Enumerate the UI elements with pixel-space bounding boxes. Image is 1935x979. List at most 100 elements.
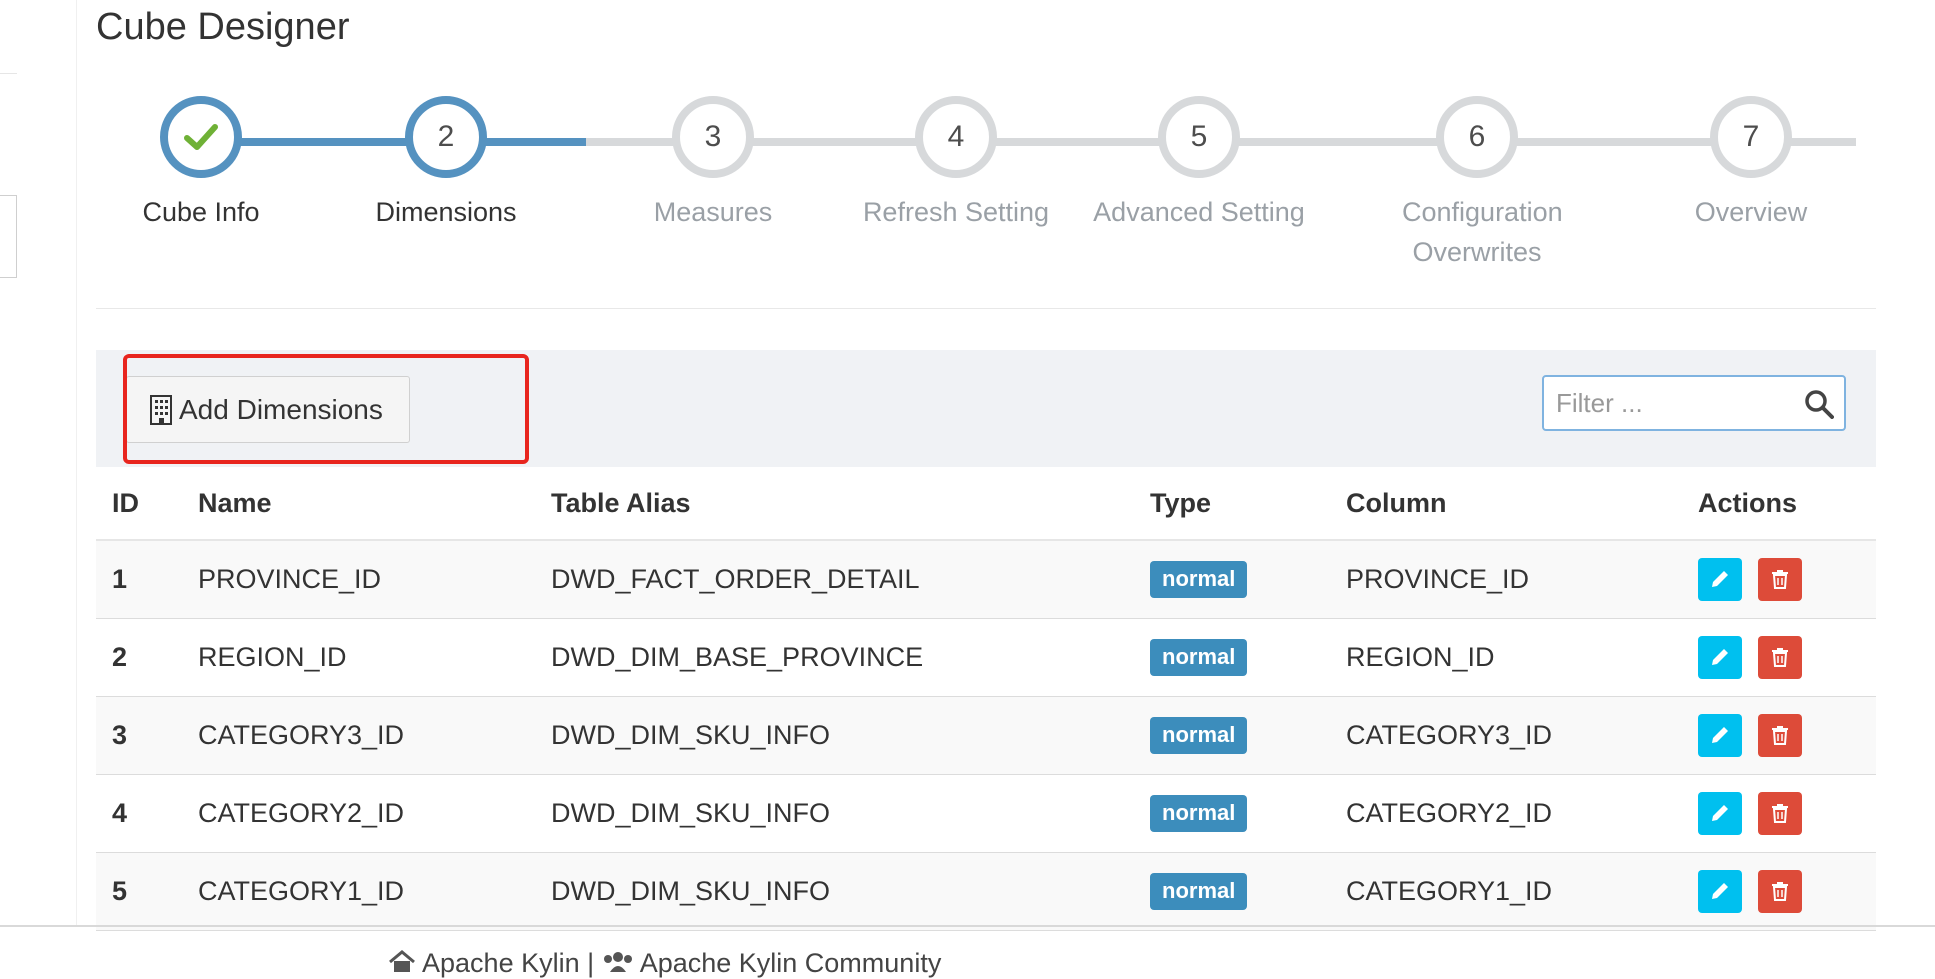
cell-type: normal [1134,852,1330,931]
cell-actions [1682,696,1876,775]
check-icon [184,124,218,150]
edit-button[interactable] [1698,791,1742,835]
type-badge: normal [1150,794,1248,832]
delete-button[interactable] [1757,713,1802,757]
step-label: Dimensions [375,197,517,227]
cell-table-alias: DWD_DIM_BASE_PROVINCE [535,618,1134,697]
cell-id: 5 [96,852,182,931]
wizard-step-advanced-setting[interactable]: 5 Advanced Setting [1079,96,1319,232]
step-circle: 7 [1710,96,1792,178]
type-badge: normal [1150,560,1248,598]
cell-name: CATEGORY1_ID [182,852,535,931]
cell-column: PROVINCE_ID [1330,540,1682,619]
edit-button[interactable] [1698,869,1742,913]
wizard-step-overview[interactable]: 7 Overview [1631,96,1871,232]
edit-button[interactable] [1698,713,1742,757]
header-type[interactable]: Type [1134,467,1330,541]
cell-table-alias: DWD_DIM_SKU_INFO [535,696,1134,775]
trash-icon [1771,726,1788,745]
cell-actions [1682,852,1876,931]
table-row: 2 REGION_ID DWD_DIM_BASE_PROVINCE normal… [96,618,1876,697]
cell-name: REGION_ID [182,618,535,697]
cell-type: normal [1134,618,1330,697]
step-circle: 4 [915,96,997,178]
type-badge: normal [1150,638,1248,676]
footer-link-community[interactable]: Apache Kylin Community [640,948,942,978]
users-icon [603,952,632,972]
header-table-alias[interactable]: Table Alias [535,467,1134,541]
cell-column: REGION_ID [1330,618,1682,697]
pencil-icon [1712,571,1728,588]
delete-button[interactable] [1757,635,1802,679]
cell-column: CATEGORY2_ID [1330,774,1682,853]
table-header-row: ID Name Table Alias Type Column Actions [96,467,1876,541]
trash-icon [1771,804,1788,823]
cell-name: PROVINCE_ID [182,540,535,619]
cell-id: 3 [96,696,182,775]
cell-type: normal [1134,696,1330,775]
cell-id: 2 [96,618,182,697]
table-row: 5 CATEGORY1_ID DWD_DIM_SKU_INFO normal C… [96,852,1876,931]
wizard-step-dimensions[interactable]: 2 Dimensions [326,96,566,232]
cell-table-alias: DWD_DIM_SKU_INFO [535,774,1134,853]
page-title: Cube Designer [96,6,350,48]
step-circle: 6 [1436,96,1518,178]
wizard-steps: Cube Info 2 Dimensions 3 Measures 4 Refr… [96,96,1876,276]
footer-link-kylin[interactable]: Apache Kylin [422,948,580,978]
cell-actions [1682,618,1876,697]
filter-field[interactable] [1542,375,1846,431]
trash-icon [1771,570,1788,590]
table-row: 3 CATEGORY3_ID DWD_DIM_SKU_INFO normal C… [96,696,1876,775]
dimensions-table: ID Name Table Alias Type Column Actions … [96,467,1876,931]
step-circle: 3 [672,96,754,178]
pencil-icon [1712,805,1728,821]
filter-input[interactable] [1544,377,1774,429]
footer-separator: | [587,948,595,978]
type-badge: normal [1150,872,1248,910]
type-badge: normal [1150,716,1248,754]
step-label: Measures [653,197,773,227]
wizard-step-configuration-overwrites[interactable]: 6 Configuration Overwrites [1357,96,1597,272]
edit-button[interactable] [1698,635,1742,679]
step-label: Cube Info [142,197,260,227]
section-divider [96,308,1876,309]
step-circle: 5 [1158,96,1240,178]
sidebar-collapsed-box[interactable] [0,195,17,278]
trash-icon [1771,648,1788,667]
delete-button[interactable] [1757,557,1802,601]
cell-type: normal [1134,540,1330,619]
table-row: 4 CATEGORY2_ID DWD_DIM_SKU_INFO normal C… [96,774,1876,853]
sidebar-divider [0,73,17,74]
pencil-icon [1712,649,1728,665]
pencil-icon [1712,883,1728,899]
home-icon [389,950,415,972]
cell-column: CATEGORY3_ID [1330,696,1682,775]
wizard-step-cube-info[interactable]: Cube Info [81,96,321,232]
edit-button[interactable] [1698,557,1742,601]
search-icon[interactable] [1804,389,1834,419]
header-actions: Actions [1682,467,1876,541]
cell-id: 4 [96,774,182,853]
step-circle: 2 [405,96,487,178]
step-label: Configuration Overwrites [1402,197,1563,267]
header-column[interactable]: Column [1330,467,1682,541]
header-name[interactable]: Name [182,467,535,541]
pencil-icon [1712,727,1728,743]
cell-name: CATEGORY3_ID [182,696,535,775]
header-id[interactable]: ID [96,467,182,541]
delete-button[interactable] [1757,791,1802,835]
footer: Apache Kylin | Apache Kylin Community [388,948,941,979]
cell-column: CATEGORY1_ID [1330,852,1682,931]
wizard-step-refresh-setting[interactable]: 4 Refresh Setting [836,96,1076,232]
step-label: Refresh Setting [862,197,1050,227]
cell-actions [1682,774,1876,853]
trash-icon [1771,882,1788,901]
delete-button[interactable] [1757,869,1802,913]
cell-name: CATEGORY2_ID [182,774,535,853]
wizard-step-measures[interactable]: 3 Measures [593,96,833,232]
cell-table-alias: DWD_FACT_ORDER_DETAIL [535,540,1134,619]
cell-type: normal [1134,774,1330,853]
step-label: Advanced Setting [1093,197,1305,227]
cell-actions [1682,540,1876,619]
annotation-highlight-box [123,354,529,464]
